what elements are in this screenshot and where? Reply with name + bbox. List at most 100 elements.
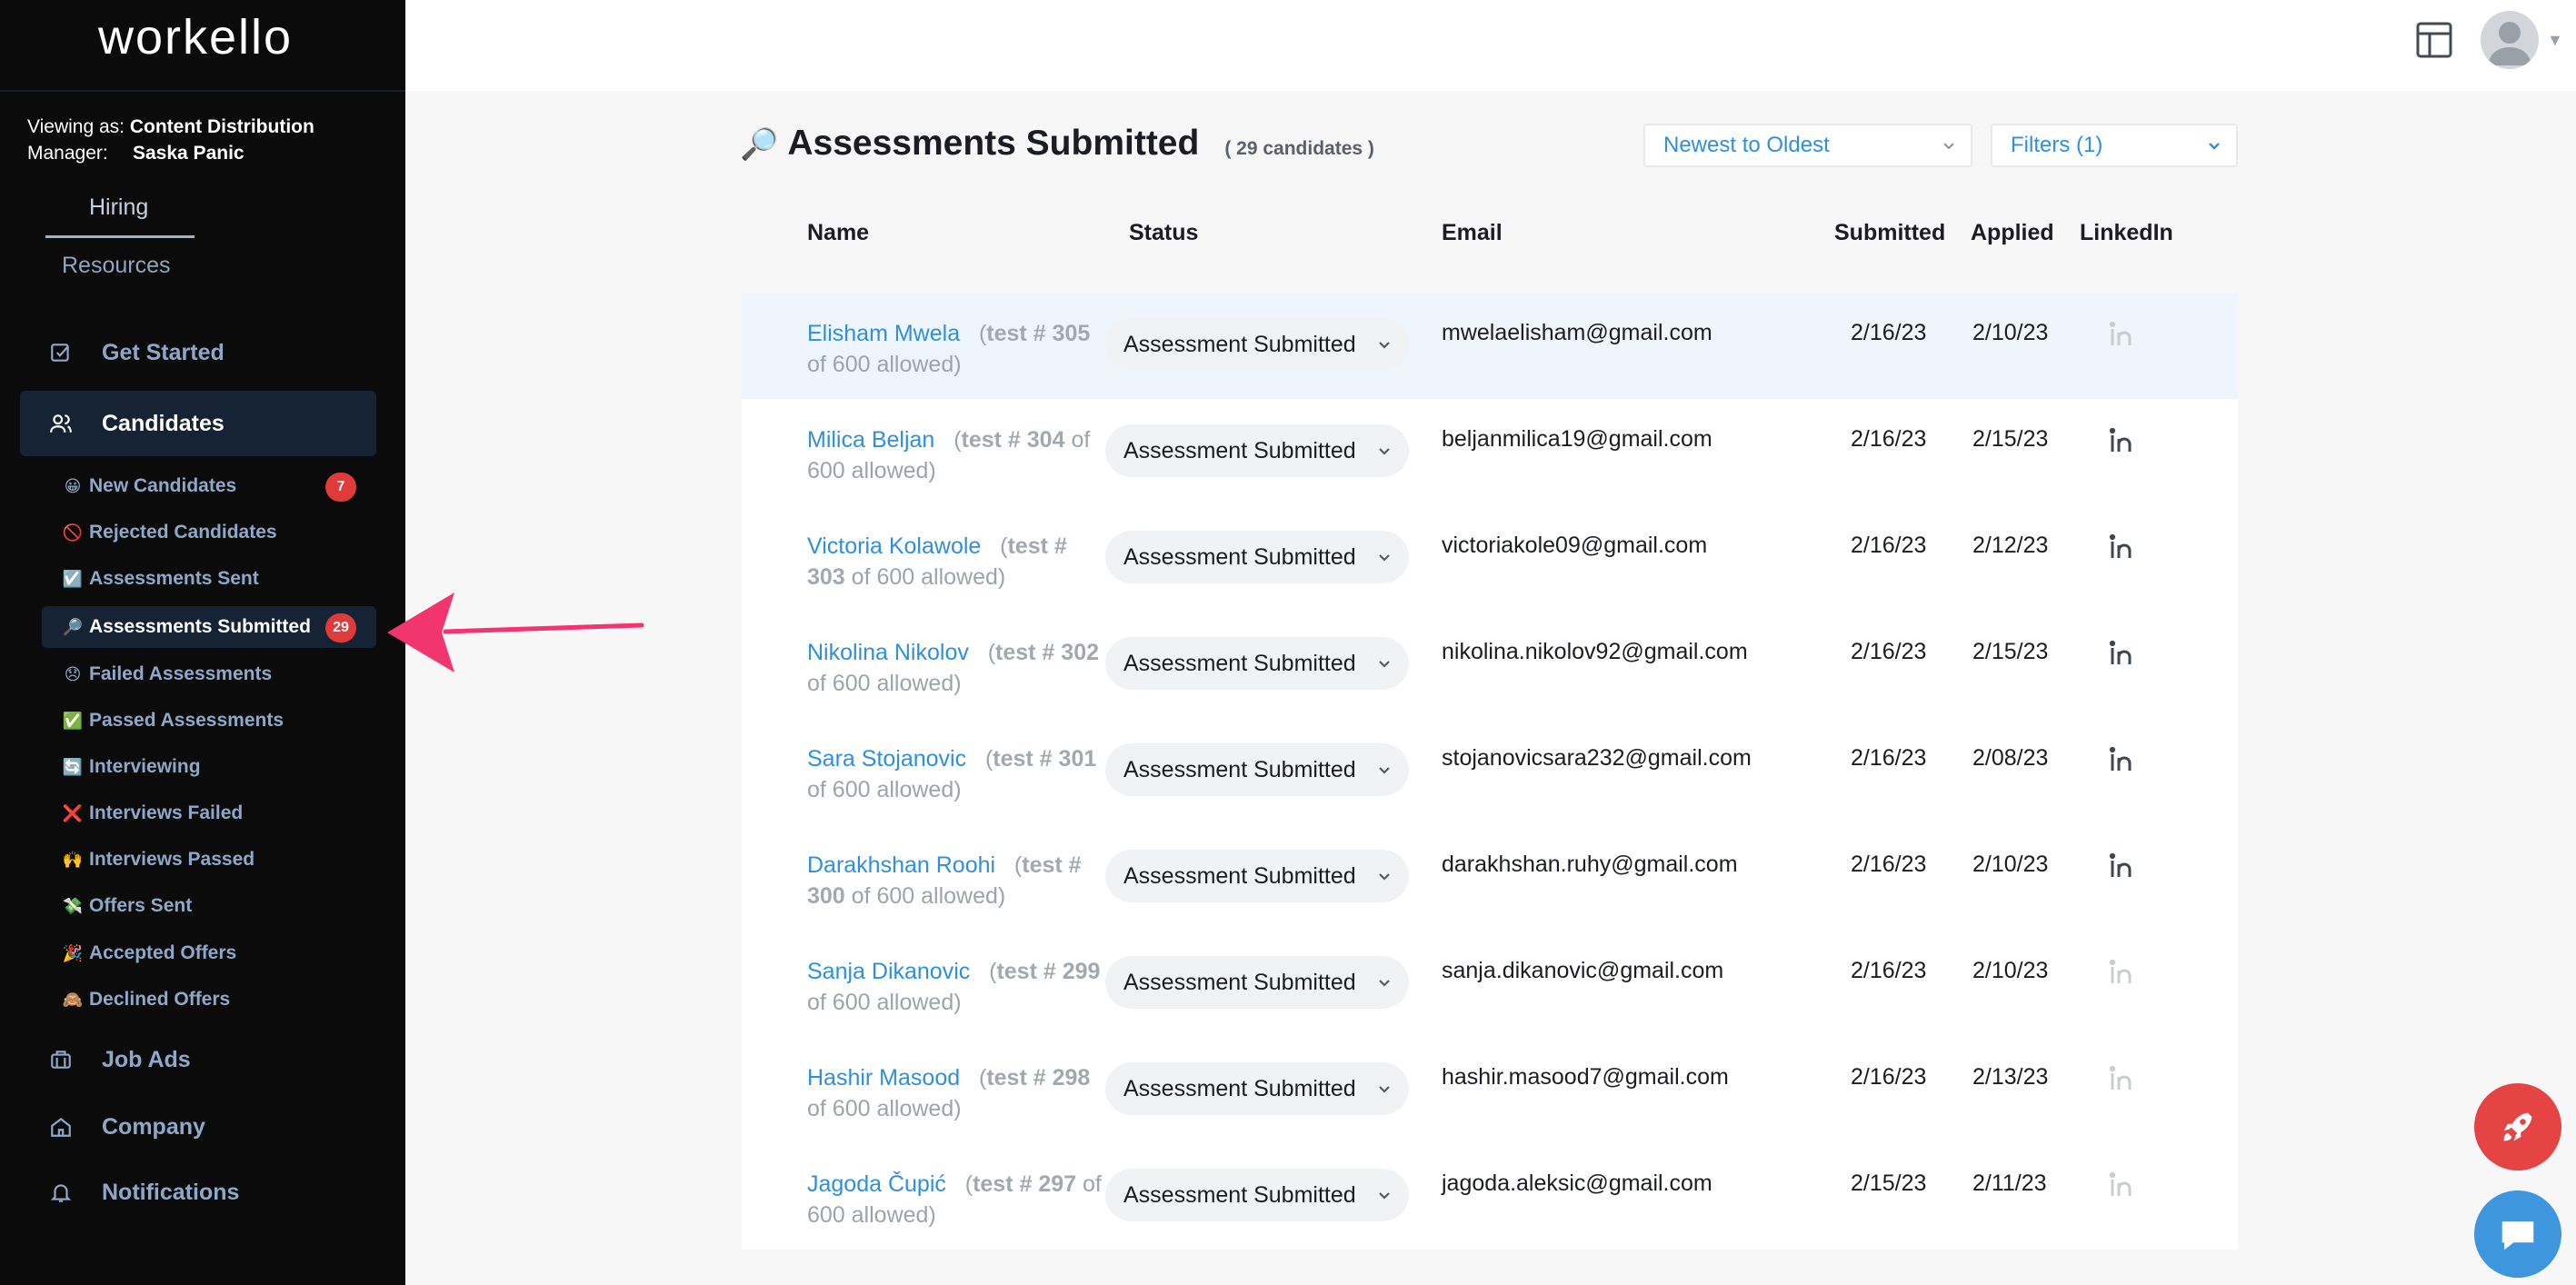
sidebar-item-interviews-passed[interactable]: 🙌 Interviews Passed xyxy=(42,839,376,881)
tab-hiring[interactable]: Hiring xyxy=(89,194,148,221)
candidate-cell: Elisham Mwela (test # 305 of 600 allowed… xyxy=(807,318,1107,380)
column-header-submitted[interactable]: Submitted xyxy=(1834,220,1945,246)
column-header-name[interactable]: Name xyxy=(807,220,869,246)
sidebar-item-accepted-offers[interactable]: 🎉 Accepted Offers xyxy=(42,932,376,974)
chevron-down-icon[interactable]: ▼ xyxy=(2547,31,2563,50)
applied-date: 2/13/23 xyxy=(1972,1064,2049,1090)
candidate-name-link[interactable]: Sanja Dikanovic xyxy=(807,959,970,984)
candidate-name-link[interactable]: Hashir Masood xyxy=(807,1065,960,1091)
sidebar-item-assessments-submitted[interactable]: 🔎 Assessments Submitted 29 xyxy=(42,606,376,648)
applied-date: 2/11/23 xyxy=(1972,1170,2047,1196)
status-select[interactable]: Assessment Submitted xyxy=(1105,318,1409,371)
chevron-down-icon xyxy=(1379,661,1390,668)
sidebar-item-offers-sent[interactable]: 💸 Offers Sent xyxy=(42,885,376,927)
repeat-icon: 🔄 xyxy=(62,757,84,776)
linkedin-icon[interactable] xyxy=(2109,534,2136,562)
candidate-name-link[interactable]: Victoria Kolawole xyxy=(807,533,981,559)
rocket-button[interactable] xyxy=(2474,1083,2561,1170)
linkedin-icon[interactable] xyxy=(2109,1172,2136,1200)
home-icon xyxy=(20,1115,102,1139)
applied-date: 2/15/23 xyxy=(1972,639,2049,664)
status-select[interactable]: Assessment Submitted xyxy=(1105,531,1409,583)
table-row[interactable]: Sanja Dikanovic (test # 299 of 600 allow… xyxy=(742,931,2238,1037)
page-header: 🔎 Assessments Submitted ( 29 candidates … xyxy=(740,124,1374,164)
sidebar-item-passed-assessments[interactable]: ✅ Passed Assessments xyxy=(42,700,376,742)
sidebar-item-failed-assessments[interactable]: 😞 Failed Assessments xyxy=(42,653,376,695)
top-bar xyxy=(405,0,2576,91)
sidebar-item-interviewing[interactable]: 🔄 Interviewing xyxy=(42,746,376,788)
sidebar-item-rejected-candidates[interactable]: 🚫 Rejected Candidates xyxy=(42,512,376,553)
linkedin-icon[interactable] xyxy=(2109,428,2136,455)
table-row[interactable]: Nikolina Nikolov (test # 302 of 600 allo… xyxy=(742,612,2238,718)
candidate-name-link[interactable]: Sara Stojanovic xyxy=(807,746,966,772)
sidebar-item-new-candidates[interactable]: 😀 New Candidates 7 xyxy=(42,465,376,507)
sidebar-item-assessments-sent[interactable]: ☑️ Assessments Sent xyxy=(42,558,376,600)
table-row[interactable]: Victoria Kolawole (test # 303 of 600 all… xyxy=(742,505,2238,612)
count-badge: 29 xyxy=(325,613,356,642)
status-select[interactable]: Assessment Submitted xyxy=(1105,743,1409,796)
manager: Manager: Saska Panic xyxy=(27,143,245,164)
checkbox-icon: ☑️ xyxy=(62,569,84,588)
submitted-date: 2/15/23 xyxy=(1851,1170,1927,1196)
sidebar-item-interviews-failed[interactable]: ❌ Interviews Failed xyxy=(42,792,376,834)
sidebar-item-candidates[interactable]: Candidates xyxy=(20,391,376,456)
status-select[interactable]: Assessment Submitted xyxy=(1105,1169,1409,1221)
table-row[interactable]: Elisham Mwela (test # 305 of 600 allowed… xyxy=(742,293,2238,399)
email-cell: sanja.dikanovic@gmail.com xyxy=(1442,958,1724,983)
linkedin-icon[interactable] xyxy=(2109,747,2136,774)
candidate-cell: Sanja Dikanovic (test # 299 of 600 allow… xyxy=(807,956,1107,1018)
status-select[interactable]: Assessment Submitted xyxy=(1105,850,1409,902)
column-header-email[interactable]: Email xyxy=(1442,220,1503,246)
app-logo[interactable]: workello xyxy=(0,9,391,65)
candidate-name-link[interactable]: Nikolina Nikolov xyxy=(807,640,969,665)
status-select[interactable]: Assessment Submitted xyxy=(1105,424,1409,477)
table-row[interactable]: Jagoda Čupić (test # 297 of 600 allowed)… xyxy=(742,1143,2238,1250)
candidate-name-link[interactable]: Milica Beljan xyxy=(807,427,934,453)
linkedin-icon[interactable] xyxy=(2109,1066,2136,1093)
status-select[interactable]: Assessment Submitted xyxy=(1105,637,1409,690)
monkey-icon: 🙈 xyxy=(62,990,84,1009)
status-select[interactable]: Assessment Submitted xyxy=(1105,1062,1409,1115)
candidate-name-link[interactable]: Elisham Mwela xyxy=(807,321,960,346)
sidebar-item-label: Failed Assessments xyxy=(89,663,273,684)
sidebar-item-job-ads[interactable]: Job Ads xyxy=(20,1027,376,1092)
candidate-count: ( 29 candidates ) xyxy=(1224,138,1374,159)
status-value: Assessment Submitted xyxy=(1123,862,1356,889)
chevron-down-icon xyxy=(1379,554,1390,562)
pointer-arrow xyxy=(387,593,644,672)
candidate-name-link[interactable]: Jagoda Čupić xyxy=(807,1171,946,1197)
linkedin-icon[interactable] xyxy=(2109,960,2136,987)
linkedin-icon[interactable] xyxy=(2109,322,2136,349)
sidebar-item-label: Interviews Failed xyxy=(89,802,244,823)
table-row[interactable]: Milica Beljan (test # 304 of 600 allowed… xyxy=(742,399,2238,505)
status-select[interactable]: Assessment Submitted xyxy=(1105,956,1409,1009)
linkedin-icon[interactable] xyxy=(2109,641,2136,668)
sidebar-item-declined-offers[interactable]: 🙈 Declined Offers xyxy=(42,979,376,1021)
linkedin-icon[interactable] xyxy=(2109,853,2136,881)
candidate-name-link[interactable]: Darakhshan Roohi xyxy=(807,852,995,878)
submitted-date: 2/16/23 xyxy=(1851,745,1927,771)
sidebar-item-label: Interviews Passed xyxy=(89,849,255,870)
filters-select[interactable]: Filters (1) xyxy=(1991,124,2238,167)
sidebar-item-company[interactable]: Company xyxy=(20,1094,376,1160)
avatar[interactable] xyxy=(2481,11,2539,69)
column-header-applied[interactable]: Applied xyxy=(1971,220,2054,246)
status-value: Assessment Submitted xyxy=(1123,543,1356,570)
check-mark-icon: ✅ xyxy=(62,711,84,730)
submitted-date: 2/16/23 xyxy=(1851,533,1927,558)
sidebar-item-notifications[interactable]: Notifications xyxy=(20,1160,376,1225)
sidebar-item-get-started[interactable]: Get Started xyxy=(20,320,376,385)
table-row[interactable]: Darakhshan Roohi (test # 300 of 600 allo… xyxy=(742,824,2238,931)
chat-button[interactable] xyxy=(2474,1190,2561,1278)
sort-select[interactable]: Newest to Oldest xyxy=(1643,124,1972,167)
table-row[interactable]: Hashir Masood (test # 298 of 600 allowed… xyxy=(742,1037,2238,1143)
email-cell: beljanmilica19@gmail.com xyxy=(1442,426,1712,452)
applied-date: 2/10/23 xyxy=(1972,852,2049,877)
tab-resources[interactable]: Resources xyxy=(62,253,171,279)
column-header-linkedin[interactable]: LinkedIn xyxy=(2080,220,2173,246)
layout-icon[interactable] xyxy=(2414,20,2454,60)
viewing-as-label: Viewing as: xyxy=(27,116,125,137)
table-row[interactable]: Sara Stojanovic (test # 301 of 600 allow… xyxy=(742,718,2238,824)
column-header-status[interactable]: Status xyxy=(1129,220,1198,246)
chevron-down-icon xyxy=(2209,143,2220,150)
